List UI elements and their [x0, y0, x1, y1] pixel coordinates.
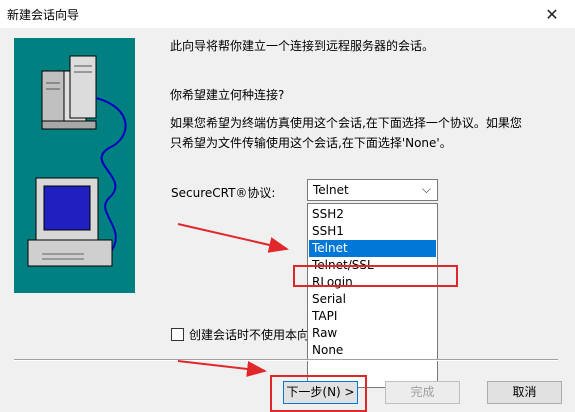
explanation-line-2: 只希望为文件传输使用这个会话,在下面选择'None'。: [170, 136, 452, 150]
protocol-option-none[interactable]: None: [309, 342, 436, 359]
next-highlight-box: [270, 375, 367, 412]
protocol-option-ssh1[interactable]: SSH1: [309, 223, 436, 240]
arrow-to-telnet-icon: [177, 223, 289, 253]
explanation-line-1: 如果您希望为终端仿真使用这个会话,在下面选择一个协议。如果您: [170, 116, 522, 130]
explanation-text: 如果您希望为终端仿真使用这个会话,在下面选择一个协议。如果您 只希望为文件传输使…: [170, 113, 570, 153]
intro-text: 此向导将帮你建立一个连接到远程服务器的会话。: [170, 39, 435, 53]
server-computer-icon: [27, 55, 127, 267]
telnet-highlight-box: [293, 265, 458, 287]
question-text: 你希望建立何种连接?: [170, 88, 285, 102]
title-bar[interactable]: 新建会话向导 ✕: [0, 0, 575, 28]
close-icon[interactable]: ✕: [529, 0, 575, 28]
protocol-option-ssh2[interactable]: SSH2: [309, 206, 436, 223]
chevron-down-icon: ⌵: [421, 182, 431, 196]
protocol-select[interactable]: Telnet ⌵: [307, 179, 438, 201]
window-title: 新建会话向导: [7, 8, 80, 22]
protocol-option-tapi[interactable]: TAPI: [309, 308, 436, 325]
protocol-option-serial[interactable]: Serial: [309, 291, 436, 308]
protocol-label: SecureCRT®协议:: [171, 186, 276, 200]
arrow-to-next-icon: [177, 360, 267, 377]
protocol-selected-value: Telnet: [313, 183, 349, 197]
protocol-option-raw[interactable]: Raw: [309, 325, 436, 342]
separator-highlight: [14, 360, 558, 361]
finish-button[interactable]: 完成: [385, 381, 460, 404]
protocol-option-telnet[interactable]: Telnet: [309, 240, 436, 257]
skip-wizard-label: 创建会话时不使用本向导: [189, 328, 307, 342]
wizard-illustration: [14, 38, 135, 293]
cancel-button[interactable]: 取消: [487, 381, 562, 404]
wizard-body: 此向导将帮你建立一个连接到远程服务器的会话。 你希望建立何种连接? 如果您希望为…: [0, 28, 575, 412]
skip-wizard-checkbox[interactable]: [171, 328, 184, 341]
